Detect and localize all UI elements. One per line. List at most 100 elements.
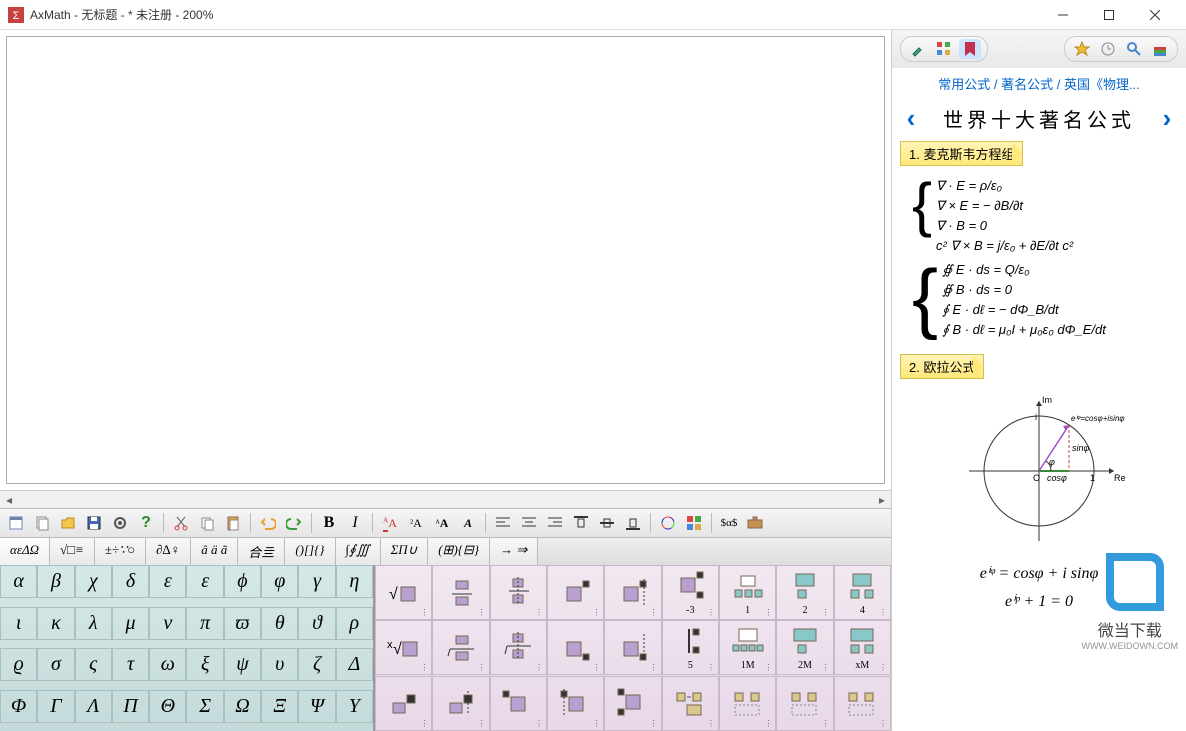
structure-template[interactable]: ⋮: [490, 565, 547, 620]
greek-symbol[interactable]: θ: [261, 607, 298, 640]
structure-template[interactable]: -3⋮: [662, 565, 719, 620]
structure-template[interactable]: ⋮: [719, 676, 776, 731]
italic-button[interactable]: I: [343, 512, 367, 534]
greek-symbol[interactable]: Θ: [149, 690, 186, 723]
structure-template[interactable]: ⋮: [834, 676, 891, 731]
align-left-button[interactable]: [491, 512, 515, 534]
greek-symbol[interactable]: υ: [261, 648, 298, 681]
greek-symbol[interactable]: ω: [149, 648, 186, 681]
close-button[interactable]: [1132, 0, 1178, 30]
tab-operators[interactable]: ±÷∵○: [95, 538, 146, 565]
scroll-right-icon[interactable]: ▸: [873, 493, 891, 507]
tab-accents[interactable]: â ä ã: [191, 538, 238, 565]
align-right-button[interactable]: [543, 512, 567, 534]
greek-symbol[interactable]: ι: [0, 607, 37, 640]
align-bottom-button[interactable]: [621, 512, 645, 534]
greek-symbol[interactable]: π: [186, 607, 223, 640]
greek-symbol[interactable]: Ξ: [261, 690, 298, 723]
horizontal-scrollbar[interactable]: ◂ ▸: [0, 490, 891, 508]
search-icon[interactable]: [1123, 39, 1145, 59]
greek-symbol[interactable]: Υ: [336, 690, 373, 723]
open-button[interactable]: [56, 512, 80, 534]
books-icon[interactable]: [1149, 39, 1171, 59]
structure-template[interactable]: ⋮: [432, 565, 489, 620]
undo-button[interactable]: [256, 512, 280, 534]
bold-button[interactable]: B: [317, 512, 341, 534]
greek-symbol[interactable]: ψ: [224, 648, 261, 681]
greek-symbol[interactable]: ϑ: [298, 607, 335, 640]
greek-symbol[interactable]: Γ: [37, 690, 74, 723]
tab-bigops[interactable]: ΣΠ∪: [381, 538, 429, 565]
structure-template[interactable]: ⋮: [604, 620, 661, 675]
structure-template[interactable]: ⋮: [547, 676, 604, 731]
brush-icon[interactable]: [907, 39, 929, 59]
structure-template[interactable]: x√⋮: [375, 620, 432, 675]
cut-button[interactable]: [169, 512, 193, 534]
greek-symbol[interactable]: ϖ: [224, 607, 261, 640]
structure-template[interactable]: ⋮: [490, 620, 547, 675]
structure-template[interactable]: ⋮: [432, 676, 489, 731]
structure-template[interactable]: 2⋮: [776, 565, 833, 620]
settings-button[interactable]: [108, 512, 132, 534]
maxwell-differential[interactable]: { ∇ · E = ρ/ε₀ ∇ × E = − ∂B/∂t ∇ · B = 0…: [900, 174, 1178, 258]
paste-button[interactable]: [221, 512, 245, 534]
new-button[interactable]: [4, 512, 28, 534]
greek-symbol[interactable]: Ψ: [298, 690, 335, 723]
section-header-1[interactable]: 1. 麦克斯韦方程组: [900, 141, 1023, 166]
font-style2-button[interactable]: A: [456, 512, 480, 534]
structure-template[interactable]: ⋮: [375, 676, 432, 731]
greek-symbol[interactable]: α: [0, 565, 37, 598]
minimize-button[interactable]: [1040, 0, 1086, 30]
greek-symbol[interactable]: ε: [149, 565, 186, 598]
section-header-2[interactable]: 2. 欧拉公式: [900, 354, 984, 379]
greek-symbol[interactable]: ζ: [298, 648, 335, 681]
structure-template[interactable]: xM⋮: [834, 620, 891, 675]
variable-button[interactable]: $α$: [717, 512, 741, 534]
font-sup-button[interactable]: ²A: [404, 512, 428, 534]
align-middle-button[interactable]: [595, 512, 619, 534]
tab-arrows[interactable]: → ⇒: [490, 538, 538, 565]
greek-symbol[interactable]: τ: [112, 648, 149, 681]
crumb-2[interactable]: 著名公式: [1001, 77, 1053, 92]
editor-canvas[interactable]: [6, 36, 885, 484]
structure-template[interactable]: ⋮: [776, 676, 833, 731]
structure-template[interactable]: 1M⋮: [719, 620, 776, 675]
clock-icon[interactable]: [1097, 39, 1119, 59]
redo-button[interactable]: [282, 512, 306, 534]
structure-template[interactable]: ⋮: [604, 565, 661, 620]
greek-symbol[interactable]: ϱ: [0, 648, 37, 681]
maxwell-integral[interactable]: { ∯ E · ds = Q/ε₀ ∯ B · ds = 0 ∮ E · dℓ …: [900, 258, 1178, 342]
greek-symbol[interactable]: ξ: [186, 648, 223, 681]
help-button[interactable]: ?: [134, 512, 158, 534]
align-center-button[interactable]: [517, 512, 541, 534]
greek-symbol[interactable]: ϕ: [224, 565, 261, 598]
next-button[interactable]: ›: [1156, 103, 1178, 133]
greek-symbol[interactable]: Λ: [75, 690, 112, 723]
structure-template[interactable]: 2M⋮: [776, 620, 833, 675]
crumb-3[interactable]: 英国《物理...: [1064, 77, 1140, 92]
bookmark-icon[interactable]: [959, 39, 981, 59]
greek-symbol[interactable]: Σ: [186, 690, 223, 723]
structure-template[interactable]: ⋮: [432, 620, 489, 675]
greek-symbol[interactable]: κ: [37, 607, 74, 640]
greek-symbol[interactable]: Φ: [0, 690, 37, 723]
tab-cjk[interactable]: 合亖: [238, 538, 285, 565]
greek-symbol[interactable]: φ: [261, 565, 298, 598]
star-icon[interactable]: [1071, 39, 1093, 59]
tab-calculus[interactable]: ∂∆♀: [146, 538, 191, 565]
save-button[interactable]: [82, 512, 106, 534]
structure-template[interactable]: 4⋮: [834, 565, 891, 620]
font-style1-button[interactable]: ᴬA: [430, 512, 454, 534]
greek-symbol[interactable]: Π: [112, 690, 149, 723]
greek-symbol[interactable]: λ: [75, 607, 112, 640]
greek-symbol[interactable]: σ: [37, 648, 74, 681]
tab-roots[interactable]: √□≡: [50, 538, 95, 565]
structure-template[interactable]: ⋮: [490, 676, 547, 731]
greek-symbol[interactable]: μ: [112, 607, 149, 640]
scroll-left-icon[interactable]: ◂: [0, 493, 18, 507]
maximize-button[interactable]: [1086, 0, 1132, 30]
greek-symbol[interactable]: Δ: [336, 648, 373, 681]
greek-symbol[interactable]: γ: [298, 565, 335, 598]
greek-symbol[interactable]: β: [37, 565, 74, 598]
greek-symbol[interactable]: η: [336, 565, 373, 598]
